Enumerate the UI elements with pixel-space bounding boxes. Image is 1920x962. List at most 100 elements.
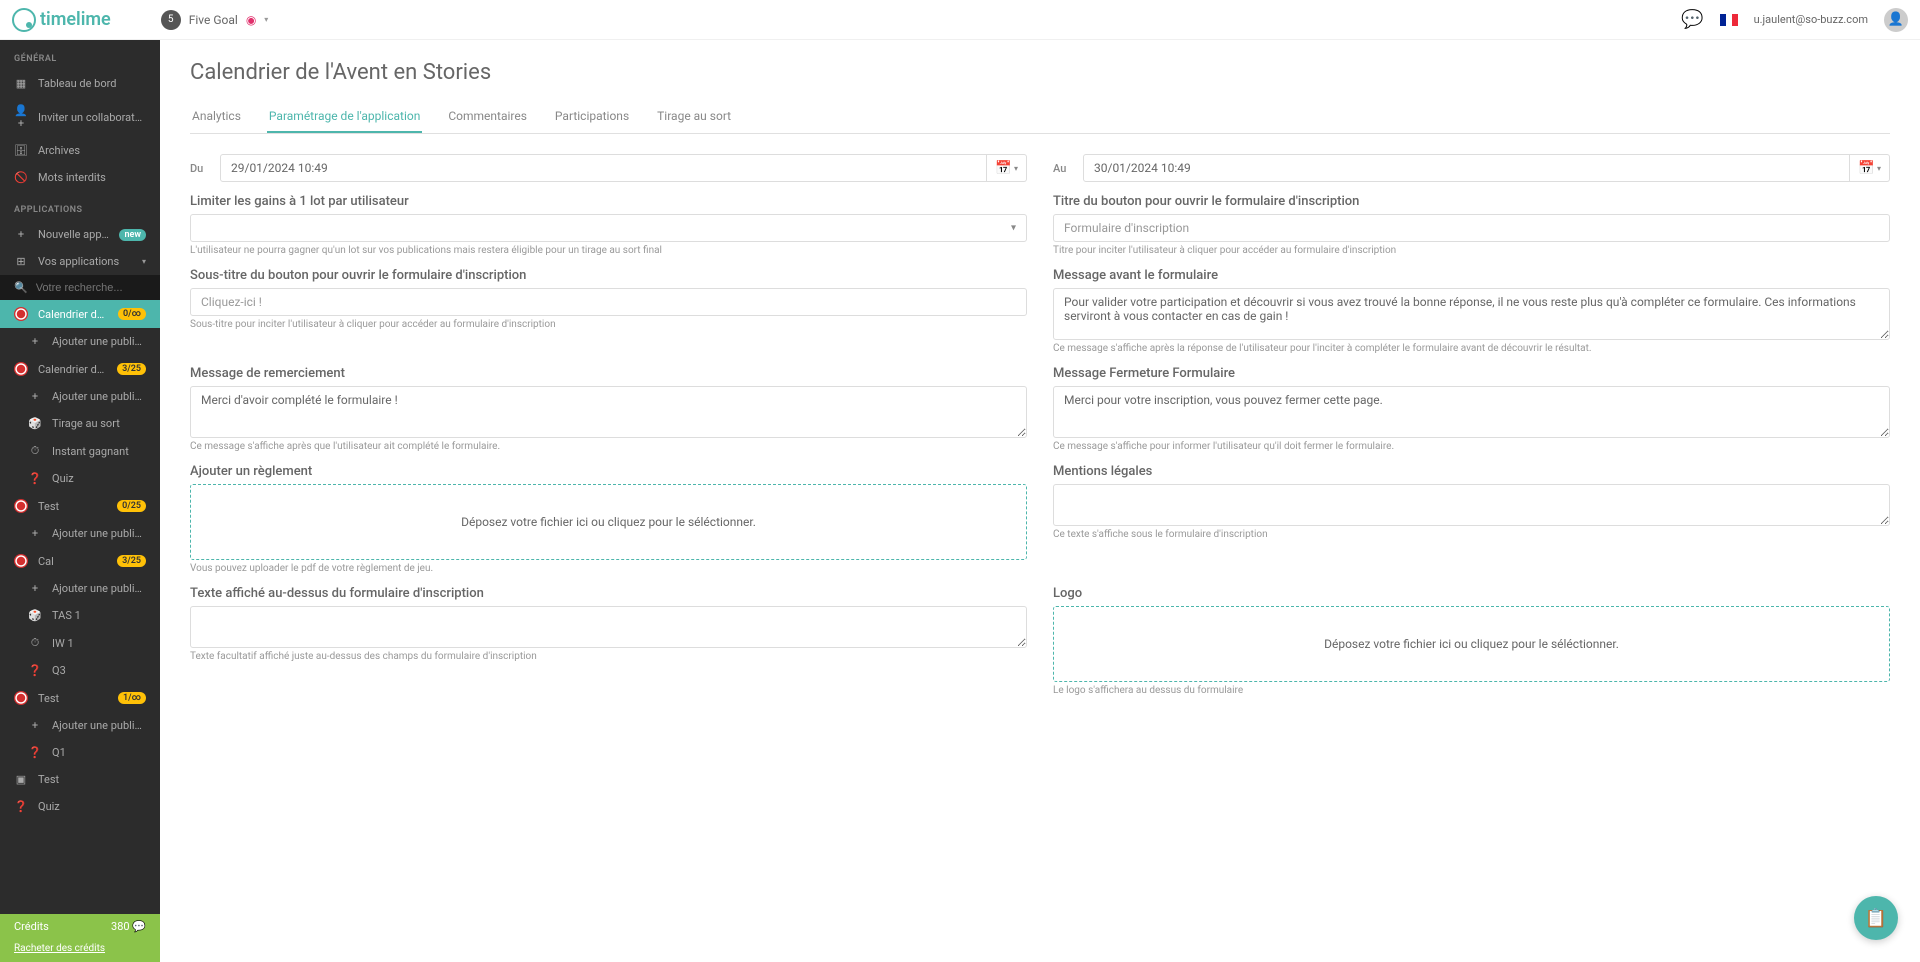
label-msg-close: Message Fermeture Formulaire <box>1053 366 1890 381</box>
help-msg-thanks: Ce message s'affiche après que l'utilisa… <box>190 441 1027 452</box>
sidebar-item-new-app[interactable]: +Nouvelle applicationnew <box>0 221 160 248</box>
group-msg-close: Message Fermeture Formulaire Ce message … <box>1053 366 1890 452</box>
santa-icon <box>14 499 28 513</box>
sidebar-app-0[interactable]: Calendrier de l'A...0/∞ <box>0 300 160 328</box>
dropzone-logo[interactable]: Déposez votre fichier ici ou cliquez pou… <box>1053 606 1890 682</box>
group-rules: Ajouter un règlement Déposez votre fichi… <box>190 464 1027 574</box>
help-limit-gains: L'utilisateur ne pourra gagner qu'un lot… <box>190 245 1027 256</box>
input-button-title[interactable] <box>1053 214 1890 242</box>
dropzone-rules[interactable]: Déposez votre fichier ici ou cliquez pou… <box>190 484 1027 560</box>
sidebar-app-4-child-1[interactable]: ❓Q1 <box>0 739 160 766</box>
textarea-msg-before[interactable] <box>1053 288 1890 340</box>
instagram-icon: ◉ <box>246 13 256 27</box>
group-date-to: Au 📅▾ <box>1053 154 1890 182</box>
sidebar-app-1-child-0[interactable]: +Ajouter une publication <box>0 383 160 410</box>
sidebar-app-3-child-1[interactable]: 🎲TAS 1 <box>0 602 160 629</box>
main-content: Calendrier de l'Avent en Stories Analyti… <box>160 40 1920 756</box>
sidebar-app-3-child-2[interactable]: ⏱IW 1 <box>0 629 160 657</box>
tabs: Analytics Paramétrage de l'application C… <box>190 101 1890 134</box>
plus-icon: + <box>14 228 28 241</box>
sidebar-app-1-child-3[interactable]: ❓Quiz <box>0 465 160 492</box>
label-au: Au <box>1053 162 1073 175</box>
help-text-above: Texte facultatif affiché juste au-dessus… <box>190 651 1027 662</box>
badge-count: 1/∞ <box>118 692 146 704</box>
group-legal: Mentions légales Ce texte s'affiche sous… <box>1053 464 1890 574</box>
sidebar-app-6[interactable]: ❓Quiz <box>0 793 160 820</box>
label-msg-before: Message avant le formulaire <box>1053 268 1890 283</box>
textarea-text-above[interactable] <box>190 606 1027 648</box>
badge-count: 0/25 <box>117 500 146 512</box>
account-selector[interactable]: 5 Five Goal ◉ ▾ <box>161 10 269 30</box>
tab-config[interactable]: Paramétrage de l'application <box>267 101 422 133</box>
sidebar: GÉNÉRAL ▦Tableau de bord 👤+Inviter un co… <box>0 40 160 962</box>
date-picker-button-from[interactable]: 📅▾ <box>987 154 1027 182</box>
sidebar-app-1[interactable]: Calendrier de l'A...3/25 <box>0 355 160 383</box>
sidebar-footer: Crédits 380 💬 Racheter des crédits <box>0 914 160 962</box>
user-email: u.jaulent@so-buzz.com <box>1754 13 1868 26</box>
santa-icon <box>14 554 28 568</box>
input-button-subtitle[interactable] <box>190 288 1027 316</box>
credits-label: Crédits <box>14 920 49 933</box>
label-text-above: Texte affiché au-dessus du formulaire d'… <box>190 586 1027 601</box>
sidebar-app-3-child-3[interactable]: ❓Q3 <box>0 657 160 684</box>
group-msg-before: Message avant le formulaire Ce message s… <box>1053 268 1890 354</box>
sidebar-app-1-child-1[interactable]: 🎲Tirage au sort <box>0 410 160 437</box>
sidebar-item-forbidden-words[interactable]: 🚫Mots interdits <box>0 164 160 191</box>
group-button-title: Titre du bouton pour ouvrir le formulair… <box>1053 194 1890 256</box>
help-button-title: Titre pour inciter l'utilisateur à cliqu… <box>1053 245 1890 256</box>
flag-fr[interactable] <box>1720 14 1738 26</box>
sidebar-search[interactable]: 🔍 <box>0 275 160 300</box>
tab-comments[interactable]: Commentaires <box>446 101 529 133</box>
sidebar-app-2-child-0[interactable]: +Ajouter une publication <box>0 520 160 547</box>
help-msg-close: Ce message s'affiche pour informer l'uti… <box>1053 441 1890 452</box>
santa-icon <box>14 691 28 705</box>
sidebar-app-4-child-0[interactable]: +Ajouter une publication <box>0 712 160 739</box>
sidebar-app-5[interactable]: ▣Test <box>0 766 160 793</box>
credits-value: 380 💬 <box>111 920 146 933</box>
account-name: Five Goal <box>189 13 238 27</box>
archive-icon: 🗄 <box>14 144 28 157</box>
sidebar-app-3[interactable]: Cal3/25 <box>0 547 160 575</box>
credits-row: Crédits 380 💬 <box>0 914 160 939</box>
help-msg-before: Ce message s'affiche après la réponse de… <box>1053 343 1890 354</box>
sidebar-app-1-child-2[interactable]: ⏱Instant gagnant <box>0 437 160 465</box>
help-button-subtitle: Sous-titre pour inciter l'utilisateur à … <box>190 319 1027 330</box>
textarea-msg-thanks[interactable] <box>190 386 1027 438</box>
sidebar-item-dashboard[interactable]: ▦Tableau de bord <box>0 70 160 97</box>
badge-count: 0/∞ <box>118 308 146 320</box>
tab-draw[interactable]: Tirage au sort <box>655 101 733 133</box>
sidebar-app-4[interactable]: Test1/∞ <box>0 684 160 712</box>
input-date-to[interactable] <box>1083 154 1850 182</box>
fab-help[interactable]: 📋 <box>1854 896 1898 940</box>
label-rules: Ajouter un règlement <box>190 464 1027 479</box>
group-logo: Logo Déposez votre fichier ici ou clique… <box>1053 586 1890 696</box>
logo[interactable]: timelime <box>12 8 111 32</box>
date-picker-button-to[interactable]: 📅▾ <box>1850 154 1890 182</box>
chat-icon[interactable]: 💬 <box>1681 9 1703 30</box>
label-du: Du <box>190 162 210 175</box>
sidebar-section-general: GÉNÉRAL <box>0 40 160 70</box>
sidebar-app-3-child-0[interactable]: +Ajouter une publication <box>0 575 160 602</box>
textarea-legal[interactable] <box>1053 484 1890 526</box>
sidebar-app-0-child-0[interactable]: +Ajouter une publication <box>0 328 160 355</box>
sidebar-search-input[interactable] <box>36 282 160 294</box>
badge-count: 3/25 <box>117 555 146 567</box>
badge-count: 3/25 <box>117 363 146 375</box>
label-msg-thanks: Message de remerciement <box>190 366 1027 381</box>
user-avatar-icon[interactable]: 👤 <box>1884 8 1908 32</box>
textarea-msg-close[interactable] <box>1053 386 1890 438</box>
tab-analytics[interactable]: Analytics <box>190 101 243 133</box>
sidebar-item-your-apps[interactable]: ⊞Vos applications▾ <box>0 248 160 275</box>
sidebar-item-archives[interactable]: 🗄Archives <box>0 137 160 164</box>
sidebar-item-invite[interactable]: 👤+Inviter un collaborateur <box>0 97 160 137</box>
tab-participations[interactable]: Participations <box>553 101 631 133</box>
sidebar-app-2[interactable]: Test0/25 <box>0 492 160 520</box>
ban-icon: 🚫 <box>14 171 28 184</box>
header-right: 💬 u.jaulent@so-buzz.com 👤 <box>1681 8 1908 32</box>
chevron-down-icon: ▾ <box>142 257 146 266</box>
label-button-title: Titre du bouton pour ouvrir le formulair… <box>1053 194 1890 209</box>
buy-credits-link[interactable]: Racheter des crédits <box>0 939 160 962</box>
group-date-from: Du 📅▾ <box>190 154 1027 182</box>
input-date-from[interactable] <box>220 154 987 182</box>
select-limit-gains[interactable] <box>190 214 1027 242</box>
